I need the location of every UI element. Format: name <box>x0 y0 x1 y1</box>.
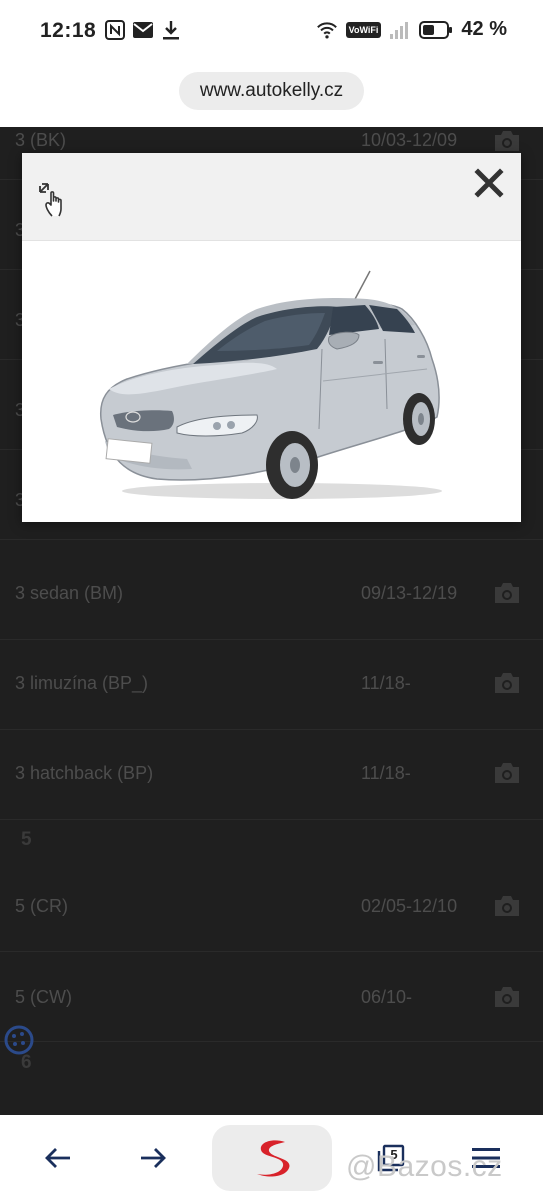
model-name: 5 (CR) <box>15 896 68 916</box>
camera-icon[interactable] <box>493 672 521 694</box>
url-bar[interactable]: www.autokelly.cz <box>179 72 364 110</box>
browser-address-area: www.autokelly.cz <box>0 62 543 127</box>
arrow-right-icon <box>141 1147 166 1168</box>
home-button[interactable] <box>212 1125 332 1191</box>
group-heading: 5 <box>21 829 32 850</box>
model-years: 09/13-12/19 <box>361 583 458 603</box>
status-time: 12:18 <box>40 19 97 42</box>
model-name: 3 (BK) <box>15 130 67 150</box>
camera-icon[interactable] <box>493 130 521 152</box>
signal-icon <box>389 19 411 41</box>
camera-icon[interactable] <box>493 895 521 917</box>
camera-icon[interactable] <box>493 986 521 1008</box>
status-notification-icons <box>104 19 182 41</box>
image-lightbox <box>22 153 521 522</box>
back-button[interactable] <box>38 1115 78 1200</box>
list-item[interactable]: 5 (CW) 06/10- <box>0 952 543 1042</box>
model-years: 06/10- <box>361 987 413 1007</box>
model-name: 3 sedan (BM) <box>15 583 124 603</box>
model-name: 5 (CW) <box>15 987 72 1007</box>
camera-icon[interactable] <box>493 582 521 604</box>
status-system-icons: VoWiFi 42 % <box>316 18 507 41</box>
close-icon[interactable] <box>473 167 505 199</box>
forward-button[interactable] <box>133 1115 173 1200</box>
model-years: 10/03-12/09 <box>361 130 458 150</box>
model-name: 3 hatchback (BP) <box>15 763 154 783</box>
seznam-logo-icon <box>257 1140 290 1177</box>
download-icon <box>160 19 182 41</box>
list-item[interactable]: 5 (CR) 02/05-12/10 <box>0 862 543 952</box>
battery-icon <box>419 19 453 41</box>
camera-icon[interactable] <box>493 762 521 784</box>
list-item[interactable]: 3 limuzína (BP_) 11/18- <box>0 640 543 730</box>
model-name: 3 limuzína (BP_) <box>15 673 149 693</box>
lightbox-toolbar <box>22 153 521 241</box>
cookie-settings-icon[interactable] <box>3 1024 35 1056</box>
mail-icon <box>132 19 154 41</box>
model-years: 02/05-12/10 <box>361 896 458 916</box>
status-bar: 12:18 VoWiFi 42 % <box>0 0 543 62</box>
arrow-left-icon <box>45 1147 70 1168</box>
wifi-icon <box>316 19 338 41</box>
watermark: @Bazos.cz <box>346 1150 503 1183</box>
vowifi-badge: VoWiFi <box>345 21 382 38</box>
battery-percentage: 42 % <box>461 18 507 40</box>
model-years: 11/18- <box>361 763 411 783</box>
list-item[interactable]: 3 hatchback (BP) 11/18- <box>0 730 543 820</box>
car-photo <box>99 270 442 499</box>
nfc-icon <box>104 19 126 41</box>
model-years: 11/18- <box>361 673 411 693</box>
zoom-gesture-icon[interactable] <box>36 180 72 222</box>
list-item[interactable]: 3 sedan (BM) 09/13-12/19 <box>0 550 543 640</box>
